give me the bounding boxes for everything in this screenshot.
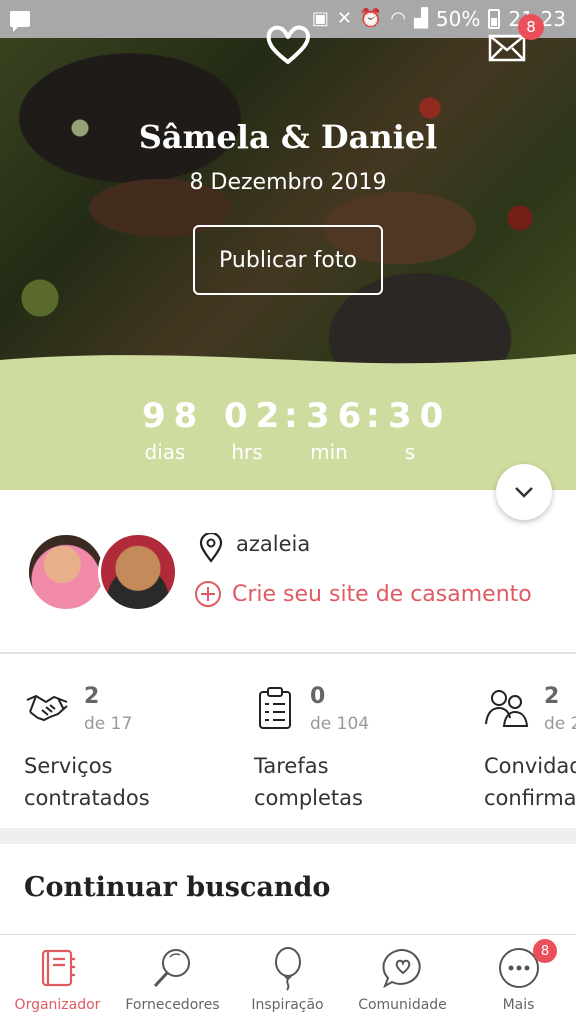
nav-mais[interactable]: 8 Mais xyxy=(461,935,576,1024)
stat-total: de 17 xyxy=(84,714,133,734)
nav-fornecedores[interactable]: Fornecedores xyxy=(115,935,230,1024)
stat-total: de 2 xyxy=(544,714,576,734)
notebook-icon xyxy=(41,949,75,987)
stat-label: Tarefas completas xyxy=(254,750,454,814)
countdown-panel: 98 02 : 36 : 30 dias hrs min s xyxy=(0,378,576,490)
signal-icon: ▟ xyxy=(414,8,428,29)
battery-percent: 50% xyxy=(435,7,481,31)
stat-count: 2 xyxy=(84,684,100,709)
avatar-groom[interactable] xyxy=(98,532,178,612)
divider xyxy=(0,652,576,654)
nav-label: Inspiração xyxy=(251,997,324,1013)
nav-organizador[interactable]: Organizador xyxy=(0,935,115,1024)
countdown-separator: : xyxy=(284,396,298,436)
guests-icon xyxy=(485,690,529,727)
countdown-minutes-label: min xyxy=(310,440,348,464)
chat-heart-icon xyxy=(382,948,421,989)
section-gap xyxy=(0,828,576,844)
stat-count: 2 xyxy=(544,684,560,709)
countdown-minutes: 36 xyxy=(306,396,370,436)
countdown-seconds: 30 xyxy=(388,396,452,436)
nav-label: Organizador xyxy=(14,997,101,1013)
wedding-date: 8 Dezembro 2019 xyxy=(189,170,387,195)
location-pin-icon xyxy=(199,533,223,563)
stat-label-line1: Serviços xyxy=(24,754,113,778)
publish-photo-button[interactable]: Publicar foto xyxy=(193,225,383,295)
stat-total: de 104 xyxy=(310,714,370,734)
location-text[interactable]: azaleia xyxy=(236,532,310,556)
mail-badge: 8 xyxy=(518,14,544,40)
plus-circle-icon xyxy=(195,581,221,607)
screenshot-icon: ▣ xyxy=(311,8,329,29)
countdown-hours-label: hrs xyxy=(231,440,263,464)
nav-label: Fornecedores xyxy=(125,997,220,1013)
stat-label-line1: Tarefas xyxy=(254,754,329,778)
section-title: Continuar buscando xyxy=(24,872,331,903)
nav-badge: 8 xyxy=(533,939,557,963)
mute-icon: ✕ xyxy=(336,8,352,29)
stat-label: Convidados confirmados xyxy=(484,750,576,814)
stat-label: Serviços contratados xyxy=(24,750,224,814)
stat-guests[interactable]: 2 de 2 Convidados confirmados xyxy=(484,680,576,820)
create-website-link[interactable]: Crie seu site de casamento xyxy=(194,580,532,608)
couple-name: Sâmela & Daniel xyxy=(138,118,438,156)
stat-count: 0 xyxy=(310,684,326,709)
balloon-icon xyxy=(275,947,301,991)
countdown-separator: : xyxy=(366,396,380,436)
expand-button[interactable] xyxy=(496,464,552,520)
countdown-days: 98 xyxy=(142,396,206,436)
wifi-icon: ◠ xyxy=(390,8,407,29)
clipboard-checklist-icon xyxy=(259,687,291,729)
avatar-bride[interactable] xyxy=(26,532,106,612)
stat-label-line1: Convidados xyxy=(484,754,576,778)
nav-label: Mais xyxy=(502,997,535,1013)
nav-comunidade[interactable]: Comunidade xyxy=(345,935,460,1024)
stat-label-line2: confirmados xyxy=(484,786,576,810)
nav-inspiracao[interactable]: Inspiração xyxy=(230,935,345,1024)
nav-label: Comunidade xyxy=(358,997,447,1013)
countdown-days-label: dias xyxy=(144,440,186,464)
heart-logo-icon xyxy=(266,25,311,64)
countdown-hours: 02 xyxy=(224,396,288,436)
stat-label-line2: completas xyxy=(254,786,363,810)
magnifier-icon xyxy=(153,949,190,988)
handshake-icon xyxy=(26,694,68,722)
chevron-down-icon xyxy=(515,487,533,498)
stat-label-line2: contratados xyxy=(24,786,150,810)
countdown-seconds-label: s xyxy=(404,440,416,464)
create-website-label: Crie seu site de casamento xyxy=(232,581,532,607)
alarm-icon: ⏰ xyxy=(359,8,383,29)
hero-cover-photo[interactable] xyxy=(0,38,576,378)
notification-chat-icon xyxy=(10,11,30,32)
bottom-navigation: Organizador Fornecedores Inspiração Comu… xyxy=(0,934,576,1024)
